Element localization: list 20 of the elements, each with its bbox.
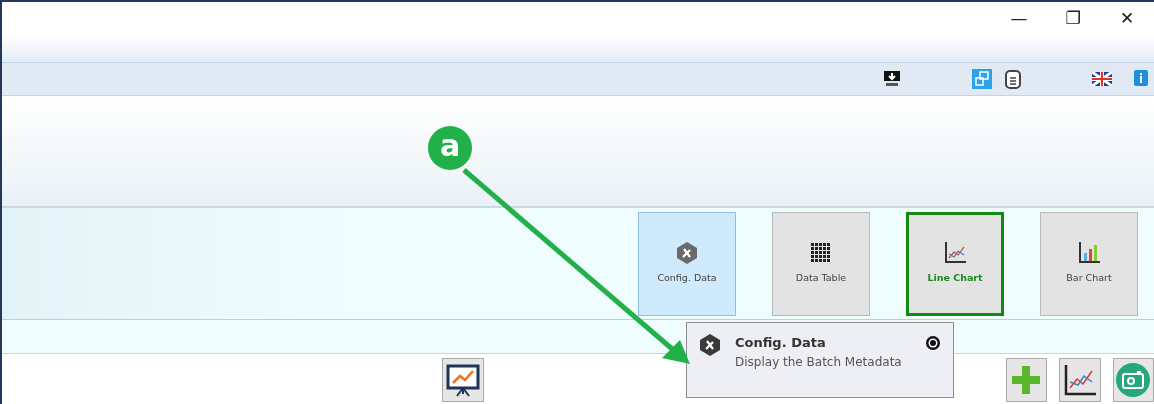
presentation-chart-button[interactable] — [442, 358, 484, 402]
tooltip-text: Display the Batch Metadata — [735, 353, 903, 371]
restore-button[interactable]: ❐ — [1046, 2, 1100, 36]
flag-icon[interactable] — [1092, 72, 1112, 86]
camera-button[interactable] — [1112, 358, 1154, 402]
line-chart-button[interactable] — [1059, 358, 1101, 402]
info-icon[interactable] — [1134, 70, 1148, 88]
minimize-button[interactable]: — — [992, 2, 1046, 36]
close-button[interactable]: ✕ — [1100, 2, 1154, 36]
ribbon-button[interactable]: Data Table — [772, 211, 870, 316]
tooltip-title: Config. Data — [735, 334, 827, 352]
bar-chart-icon — [1078, 241, 1100, 266]
ribbon-button[interactable]: Line Chart — [906, 211, 1004, 316]
ribbon-button[interactable]: Config. Data — [638, 211, 736, 316]
line-chart-icon — [944, 241, 966, 266]
target-icon — [925, 335, 941, 351]
ribbon-button[interactable]: Bar Chart — [1040, 211, 1138, 316]
document-icon[interactable] — [1004, 68, 1022, 90]
window-icon[interactable] — [972, 69, 992, 89]
save-icon[interactable] — [882, 70, 902, 88]
